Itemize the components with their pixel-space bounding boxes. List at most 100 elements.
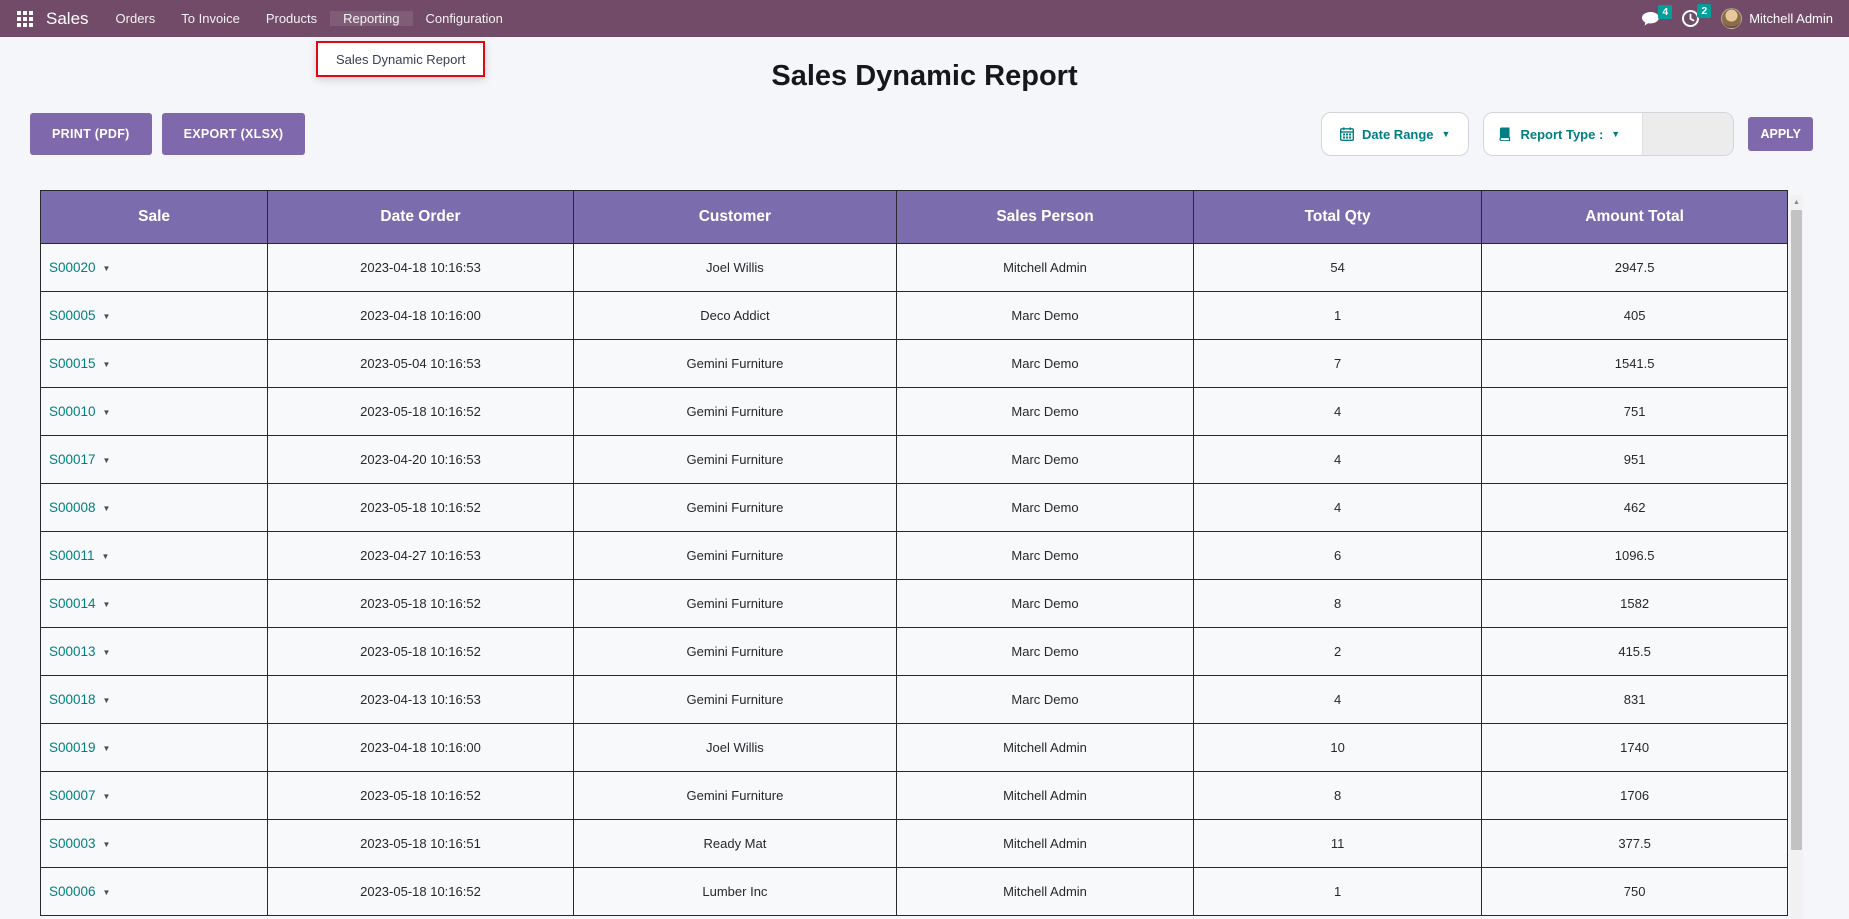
sale-cell: S00020 ▼ [41,244,268,292]
table-row: S00005▼2023-04-18 10:16:00Deco AddictMar… [41,292,1788,340]
reporting-dropdown-menu: Sales Dynamic Report [316,41,485,77]
sale-cell: S00015 ▼ [41,340,268,388]
table-row: S00008 ▼ 2023-05-18 10:16:52Gemini Furnitu… [41,484,1788,532]
column-header-customer: Customer [573,191,896,244]
chevron-down-icon[interactable]: ▼ [103,648,111,657]
main-menu: Orders To Invoice Products Reporting Con… [103,11,516,26]
sales-person-cell: Marc Demo [897,388,1194,436]
calendar-icon [1340,127,1354,141]
apply-button[interactable]: APPLY [1748,117,1813,151]
sale-order-link[interactable]: S00017 [49,452,96,467]
column-header-sales-person: Sales Person [897,191,1194,244]
sale-order-link[interactable]: S00018 [49,692,96,707]
menu-item-sales-dynamic-report[interactable]: Sales Dynamic Report [336,52,465,67]
sale-order-link[interactable]: S00003 [49,836,96,851]
sale-order-link[interactable]: S00008 [49,500,96,515]
menu-item-configuration[interactable]: Configuration [413,11,516,26]
report-type-label: Report Type : [1520,127,1603,142]
chevron-down-icon[interactable]: ▼ [103,792,111,801]
vertical-scrollbar[interactable]: ▲ [1790,195,1803,919]
report-type-dropdown[interactable]: Report Type : ▼ [1483,112,1734,156]
date-order-cell: 2023-05-18 10:16:52 [268,868,574,916]
sale-cell: S00011 ▼ [41,532,268,580]
total-qty-cell: 2 [1194,628,1482,676]
sale-order-link[interactable]: S00020 [49,260,96,275]
report-type-select[interactable] [1642,113,1733,155]
avatar [1721,8,1742,29]
sales-person-cell: Marc Demo [897,484,1194,532]
column-header-amount-total: Amount Total [1482,191,1788,244]
sale-order-link[interactable]: S00014 [49,596,96,611]
amount-total-cell: 831 [1482,676,1788,724]
chevron-down-icon[interactable]: ▼ [103,600,111,609]
amount-total-cell: 1096.5 [1482,532,1788,580]
menu-item-reporting[interactable]: Reporting [330,11,412,26]
amount-total-cell: 2947.5 [1482,244,1788,292]
customer-cell: Joel Willis [573,724,896,772]
sale-cell: S00008 ▼ [41,484,268,532]
sale-cell: S00018 ▼ [41,676,268,724]
amount-total-cell: 1582 [1482,580,1788,628]
customer-cell: Gemini Furniture [573,484,896,532]
sale-order-link[interactable]: S00013 [49,644,96,659]
apps-grid-icon[interactable] [8,11,42,27]
messages-icon[interactable]: 4 [1641,11,1660,27]
menu-item-orders[interactable]: Orders [103,11,169,26]
chevron-down-icon[interactable]: ▼ [103,696,111,705]
column-header-date-order: Date Order [268,191,574,244]
chevron-down-icon[interactable]: ▼ [103,840,111,849]
chevron-down-icon[interactable]: ▼ [103,312,111,321]
print-pdf-button[interactable]: PRINT (PDF) [30,113,152,155]
app-brand[interactable]: Sales [42,9,103,29]
export-xlsx-button[interactable]: EXPORT (XLSX) [162,113,306,155]
sale-order-link[interactable]: S00010 [49,404,96,419]
sale-order-link[interactable]: S00015 [49,356,96,371]
chevron-down-icon[interactable]: ▼ [103,408,111,417]
chevron-down-icon[interactable]: ▼ [103,744,111,753]
date-order-cell: 2023-05-18 10:16:52 [268,484,574,532]
amount-total-cell: 462 [1482,484,1788,532]
menu-item-products[interactable]: Products [253,11,330,26]
sale-order-link[interactable]: S00007 [49,788,96,803]
amount-total-cell: 405 [1482,292,1788,340]
total-qty-cell: 10 [1194,724,1482,772]
chevron-down-icon[interactable]: ▼ [102,552,110,561]
user-menu[interactable]: Mitchell Admin [1721,8,1833,29]
chevron-down-icon[interactable]: ▼ [103,888,111,897]
date-order-cell: 2023-04-13 10:16:53 [268,676,574,724]
sale-order-link[interactable]: S00005 [49,308,96,323]
date-order-cell: 2023-04-18 10:16:53 [268,244,574,292]
report-table: Sale Date Order Customer Sales Person To… [40,190,1788,916]
sale-order-link[interactable]: S00006 [49,884,96,899]
total-qty-cell: 4 [1194,436,1482,484]
table-row: S00011▼2023-04-27 10:16:53Gemini Furnitu… [41,532,1788,580]
amount-total-cell: 1706 [1482,772,1788,820]
date-range-dropdown[interactable]: Date Range ▼ [1321,112,1469,156]
sales-person-cell: Mitchell Admin [897,772,1194,820]
sales-person-cell: Mitchell Admin [897,244,1194,292]
amount-total-cell: 750 [1482,868,1788,916]
sale-cell: S00019 ▼ [41,724,268,772]
sale-cell: S00013 ▼ [41,628,268,676]
sale-order-link[interactable]: S00011 [49,548,95,563]
table-header-row: Sale Date Order Customer Sales Person To… [41,191,1788,244]
activities-clock-icon[interactable]: 2 [1682,10,1699,27]
date-order-cell: 2023-04-18 10:16:00 [268,292,574,340]
chevron-down-icon[interactable]: ▼ [103,456,111,465]
total-qty-cell: 4 [1194,388,1482,436]
sale-order-link[interactable]: S00019 [49,740,96,755]
chevron-down-icon[interactable]: ▼ [103,264,111,273]
total-qty-cell: 6 [1194,532,1482,580]
scrollbar-thumb[interactable] [1791,210,1802,850]
scrollbar-up-arrow-icon[interactable]: ▲ [1790,195,1803,209]
menu-item-to-invoice[interactable]: To Invoice [168,11,253,26]
chevron-down-icon[interactable]: ▼ [103,360,111,369]
customer-cell: Gemini Furniture [573,676,896,724]
date-order-cell: 2023-05-18 10:16:52 [268,580,574,628]
chevron-down-icon[interactable]: ▼ [103,504,111,513]
sales-person-cell: Marc Demo [897,628,1194,676]
date-order-cell: 2023-04-27 10:16:53 [268,532,574,580]
total-qty-cell: 8 [1194,772,1482,820]
sales-person-cell: Marc Demo [897,436,1194,484]
total-qty-cell: 4 [1194,484,1482,532]
